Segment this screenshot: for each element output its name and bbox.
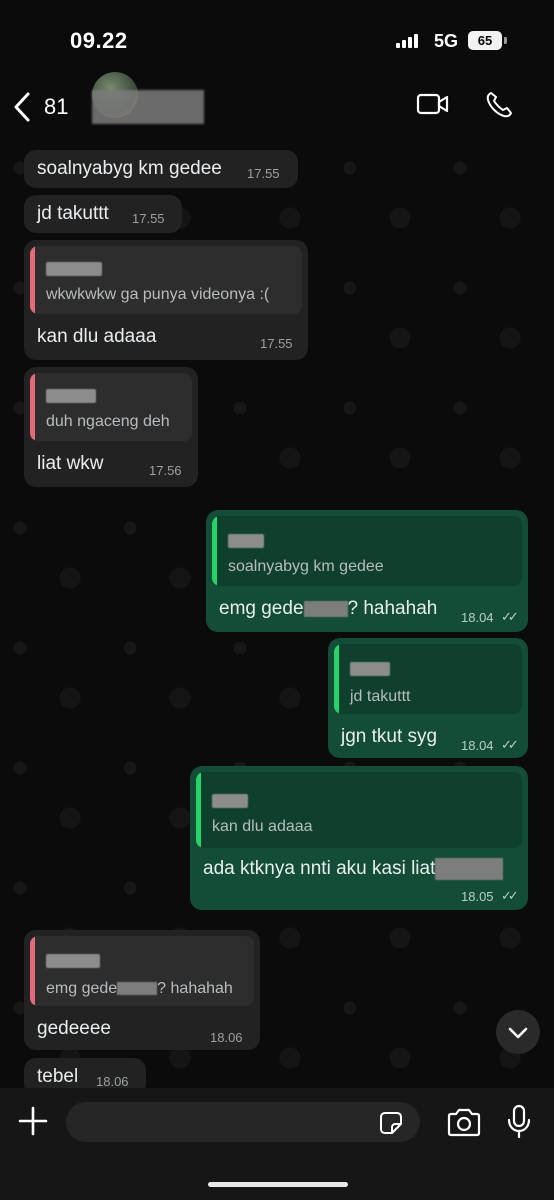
battery-level: 65 (468, 31, 502, 50)
quote-author-redacted (46, 262, 102, 276)
read-ticks-icon: ✓✓ (501, 609, 519, 624)
message-bubble-outgoing[interactable]: jd takuttt jgn tkut syg 18.04 ✓✓ (328, 638, 528, 758)
message-text: ada ktknya nnti aku kasi liat (203, 858, 504, 880)
message-text: kan dlu adaaa (37, 326, 157, 347)
message-time: 18.06 (96, 1074, 129, 1088)
message-bubble-incoming[interactable]: tebel 18.06 (24, 1058, 146, 1088)
quote-bar (334, 644, 339, 714)
chat-header: 81 (0, 72, 554, 138)
quote-text: emg gede ? hahahah (46, 980, 233, 998)
message-bubble-incoming[interactable]: jd takuttt 17.55 (24, 195, 182, 233)
quoted-message[interactable]: kan dlu adaaa (196, 772, 522, 848)
quoted-message[interactable]: jd takuttt (334, 644, 522, 714)
composer-bar (0, 1088, 554, 1200)
video-icon[interactable] (416, 92, 450, 116)
message-bubble-incoming[interactable]: duh ngaceng deh liat wkw 17.56 (24, 367, 198, 487)
scroll-to-bottom-button[interactable] (496, 1010, 540, 1054)
quote-author-redacted (46, 954, 100, 968)
quote-text: jd takuttt (350, 688, 411, 705)
contact-name-redacted[interactable] (92, 90, 204, 124)
read-ticks-icon: ✓✓ (501, 737, 519, 752)
quote-text: duh ngaceng deh (46, 413, 170, 430)
message-time: 17.55 (247, 166, 280, 181)
message-time: 18.06 (210, 1030, 243, 1045)
message-bubble-outgoing[interactable]: kan dlu adaaa ada ktknya nnti aku kasi l… (190, 766, 528, 910)
quote-text: soalnyabyg km gedee (228, 558, 384, 575)
redacted-text (435, 858, 504, 880)
quote-bar (30, 373, 35, 441)
quoted-message[interactable]: wkwkwkw ga punya videonya :( (30, 246, 302, 314)
microphone-icon[interactable] (506, 1104, 532, 1140)
message-bubble-outgoing[interactable]: soalnyabyg km gedee emg gede ? hahahah 18… (206, 510, 528, 632)
status-bar: 09.22 5G 65 (0, 0, 554, 80)
message-text-part: ada ktknya nnti aku kasi liat (203, 858, 436, 880)
message-time: 17.55 (260, 336, 293, 351)
message-text: jgn tkut syg (341, 726, 438, 747)
quote-author-redacted (228, 534, 264, 548)
quote-text: kan dlu adaaa (212, 818, 313, 835)
plus-icon[interactable] (16, 1104, 50, 1138)
quote-bar (30, 936, 35, 1006)
quote-bar (30, 246, 35, 314)
message-text: soalnyabyg km gedee (37, 158, 222, 179)
message-text: liat wkw (37, 453, 104, 474)
quote-text-part: ? hahahah (157, 980, 233, 997)
message-text-part: emg gede (219, 598, 304, 619)
quote-text: wkwkwkw ga punya videonya :( (46, 286, 270, 303)
quote-author-redacted (46, 389, 96, 403)
quote-bar (212, 516, 217, 586)
status-time: 09.22 (70, 28, 128, 53)
message-text: tebel (37, 1066, 79, 1087)
message-text: gedeeee (37, 1018, 111, 1039)
redacted-text (303, 600, 348, 617)
phone-icon[interactable] (484, 90, 514, 120)
message-text-part: ? hahahah (347, 598, 438, 619)
quoted-message[interactable]: emg gede ? hahahah (30, 936, 254, 1006)
quoted-message[interactable]: soalnyabyg km gedee (212, 516, 522, 586)
message-text: jd takuttt (37, 203, 109, 224)
message-bubble-incoming[interactable]: emg gede ? hahahah gedeeee 18.06 (24, 930, 260, 1050)
network-type: 5G (434, 31, 459, 51)
message-time: 17.56 (149, 463, 182, 478)
battery-tip (504, 37, 507, 44)
message-time: 18.05 (461, 889, 494, 904)
quote-bar (196, 772, 201, 848)
unread-count[interactable]: 81 (44, 94, 68, 120)
chevron-down-icon (508, 1027, 528, 1039)
message-input[interactable] (66, 1102, 420, 1142)
quoted-message[interactable]: duh ngaceng deh (30, 373, 192, 441)
message-time: 17.55 (132, 211, 165, 226)
read-ticks-icon: ✓✓ (501, 888, 519, 903)
redacted-text (117, 982, 158, 996)
message-time: 18.04 (461, 610, 494, 625)
message-text: emg gede ? hahahah (219, 598, 437, 620)
quote-author-redacted (350, 662, 390, 676)
camera-icon[interactable] (446, 1108, 482, 1138)
quote-text-part: emg gede (46, 980, 118, 997)
message-bubble-incoming[interactable]: soalnyabyg km gedee 17.55 (24, 150, 298, 188)
signal-icon (396, 34, 418, 48)
quote-author-redacted (212, 794, 248, 808)
chat-area[interactable]: soalnyabyg km gedee 17.55 jd takuttt 17.… (0, 138, 554, 1088)
message-bubble-incoming[interactable]: wkwkwkw ga punya videonya :( kan dlu ada… (24, 240, 308, 360)
message-time: 18.04 (461, 738, 494, 753)
chevron-left-icon[interactable] (10, 90, 34, 124)
sticker-icon[interactable] (378, 1110, 404, 1136)
home-indicator (208, 1182, 348, 1187)
